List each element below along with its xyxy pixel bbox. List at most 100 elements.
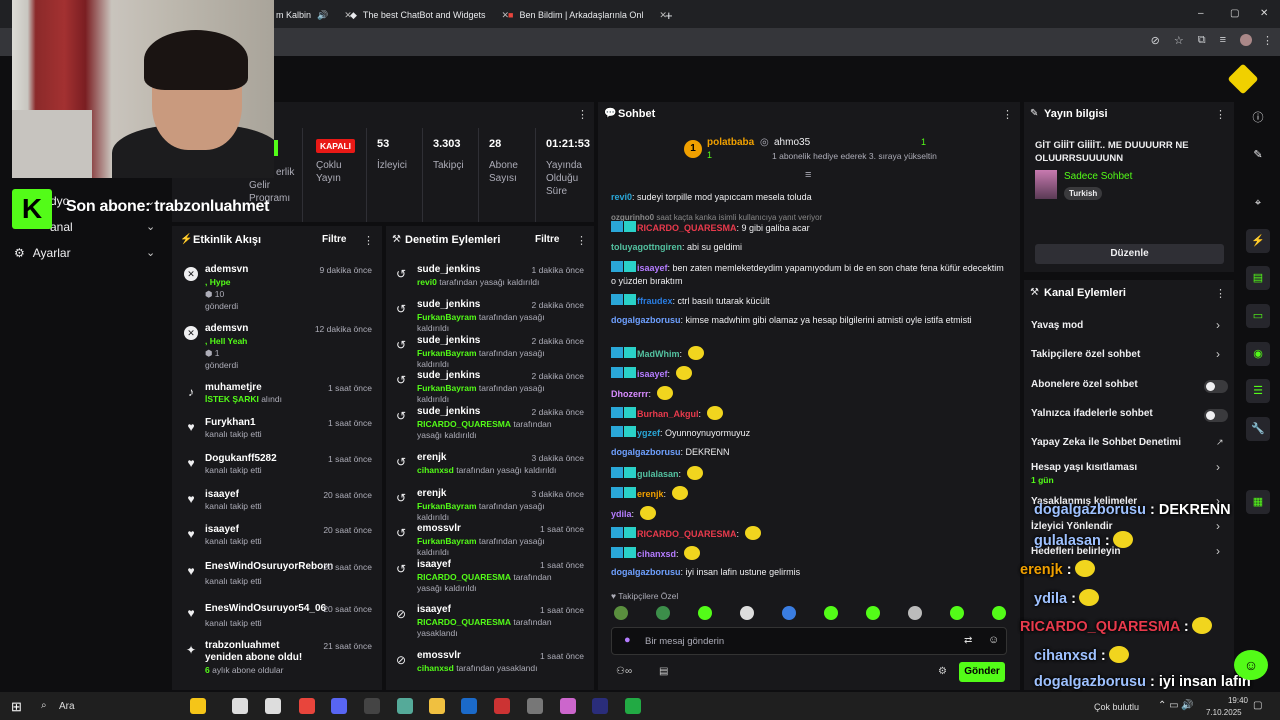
chevron-right-icon[interactable]: ›: [1216, 519, 1220, 533]
emote-icon[interactable]: [992, 606, 1006, 620]
taskbar-app-icon[interactable]: [364, 698, 380, 714]
chat-username[interactable]: isaayef: [637, 369, 668, 379]
taskbar-app-icon[interactable]: [461, 698, 477, 714]
playlist-icon[interactable]: ≡: [1220, 34, 1226, 47]
kebab-menu-icon[interactable]: ⋮: [577, 108, 588, 121]
chat-username[interactable]: gulalasan: [637, 469, 679, 479]
pinned-user-1[interactable]: polatbaba: [707, 137, 754, 148]
info-icon[interactable]: ⓘ: [1246, 106, 1270, 130]
emoji-icon[interactable]: ☺: [988, 634, 999, 646]
browser-tab-2[interactable]: ◆ The best ChatBot and Widgets ✕: [350, 4, 509, 26]
moderation-target[interactable]: sude_jenkins: [417, 406, 480, 417]
moderation-target[interactable]: isaayef: [417, 604, 451, 615]
chevron-down-icon[interactable]: ⌄: [146, 220, 155, 233]
moderation-target[interactable]: erenjk: [417, 488, 446, 499]
pinned-user-2[interactable]: ahmo35: [774, 137, 810, 148]
channel-action-label[interactable]: Takipçilere özel sohbet: [1031, 349, 1140, 360]
chat-username[interactable]: erenjk: [637, 489, 664, 499]
chat-username[interactable]: Dhozerrr: [611, 389, 649, 399]
chat-username[interactable]: dogalgazborusu: [611, 567, 681, 577]
kebab-menu-icon[interactable]: ⋮: [363, 234, 374, 247]
browser-tab-3[interactable]: ■ Ben Bildim | Arkadaşlarınla Onl ✕: [508, 4, 667, 26]
wrench-icon[interactable]: 🔧: [1246, 417, 1270, 441]
toggle-switch[interactable]: [1204, 409, 1228, 422]
microphone-icon[interactable]: ●: [624, 634, 631, 646]
chat-username[interactable]: ygzef: [637, 428, 660, 438]
windows-start-icon[interactable]: ⊞: [11, 699, 22, 715]
collapse-icon[interactable]: ≡: [805, 169, 811, 181]
chevron-right-icon[interactable]: ›: [1216, 347, 1220, 361]
taskbar-app-icon[interactable]: [560, 698, 576, 714]
taskbar-app-icon[interactable]: [397, 698, 413, 714]
send-button[interactable]: Gönder: [959, 662, 1005, 682]
edit-button[interactable]: Düzenle: [1035, 244, 1224, 264]
chat-username[interactable]: dogalgazborusu: [611, 447, 681, 457]
extension-icon[interactable]: ⧉: [1198, 34, 1206, 47]
chevron-right-icon[interactable]: ›: [1216, 318, 1220, 332]
scan-icon[interactable]: ⌖: [1246, 191, 1270, 215]
emote-icon[interactable]: [782, 606, 796, 620]
sidebar-item-channel[interactable]: anal: [50, 220, 73, 234]
star-icon[interactable]: ☆: [1174, 34, 1184, 47]
search-icon[interactable]: ⌕: [41, 700, 47, 711]
category-name[interactable]: Sadece Sohbet: [1064, 171, 1132, 182]
emote-icon[interactable]: [614, 606, 628, 620]
taskbar-app-icon[interactable]: [527, 698, 543, 714]
close-window-button[interactable]: ✕: [1260, 8, 1268, 19]
channel-action-label[interactable]: Yalnızca ifadelerle sohbet: [1031, 408, 1153, 419]
support-chat-icon[interactable]: ☺: [1234, 650, 1268, 680]
emote-icon[interactable]: [698, 606, 712, 620]
moderation-target[interactable]: sude_jenkins: [417, 335, 480, 346]
chat-settings-icon[interactable]: ⚙: [938, 666, 947, 677]
chat-username[interactable]: isaayef: [637, 263, 668, 273]
chat-username[interactable]: MadWhim: [637, 349, 680, 359]
channel-action-label[interactable]: Yapay Zeka ile Sohbet Denetimi: [1031, 437, 1181, 448]
channel-action-label[interactable]: Hesap yaşı kısıtlaması: [1031, 462, 1137, 473]
filter-button[interactable]: Filtre: [535, 234, 559, 245]
minimize-button[interactable]: –: [1198, 8, 1204, 19]
chat-username[interactable]: RICARDO_QUARESMA: [637, 529, 737, 539]
emote-icon[interactable]: [950, 606, 964, 620]
chat-username[interactable]: revi0: [611, 192, 632, 202]
channel-action-label[interactable]: Abonelere özel sohbet: [1031, 379, 1138, 390]
moderation-target[interactable]: erenjk: [417, 452, 446, 463]
chat-input-placeholder[interactable]: Bir mesaj gönderin: [645, 636, 724, 647]
chat-username[interactable]: cihanxsd: [637, 549, 676, 559]
taskbar-app-icon[interactable]: [592, 698, 608, 714]
chat-username[interactable]: toluyagottngiren: [611, 242, 682, 252]
taskbar-app-icon[interactable]: [265, 698, 281, 714]
maximize-button[interactable]: ▢: [1230, 8, 1239, 19]
chevron-down-icon[interactable]: ⌄: [146, 246, 155, 259]
emote-icon[interactable]: [740, 606, 754, 620]
emote-icon[interactable]: [656, 606, 670, 620]
filter-button[interactable]: Filtre: [322, 234, 346, 245]
moderation-target[interactable]: isaayef: [417, 559, 451, 570]
taskbar-app-icon[interactable]: [299, 698, 315, 714]
chevron-right-icon[interactable]: ›: [1216, 544, 1220, 558]
sidebar-item-settings[interactable]: ⚙ Ayarlar: [14, 246, 71, 260]
taskbar-app-icon[interactable]: [429, 698, 445, 714]
kebab-menu-icon[interactable]: ⋮: [1215, 287, 1226, 300]
notification-icon[interactable]: ▢: [1253, 700, 1262, 711]
chat-username[interactable]: ffraudex: [637, 296, 673, 306]
taskbar-app-icon[interactable]: [494, 698, 510, 714]
channel-action-label[interactable]: Yavaş mod: [1031, 320, 1083, 331]
clapper-icon[interactable]: ▦: [1246, 490, 1270, 514]
taskbar-search[interactable]: Ara: [59, 701, 75, 712]
taskbar-app-icon[interactable]: [331, 698, 347, 714]
kebab-menu-icon[interactable]: ⋮: [1215, 108, 1226, 121]
moderation-target[interactable]: sude_jenkins: [417, 299, 480, 310]
activity-user[interactable]: trabzonluahmet yeniden abone oldu!: [205, 640, 315, 664]
moderation-target[interactable]: emossvlr: [417, 650, 461, 661]
kebab-menu-icon[interactable]: ⋮: [1262, 34, 1273, 47]
profile-avatar[interactable]: [1240, 34, 1252, 46]
browser-tab-1[interactable]: m Kalbin 🔊 ✕: [276, 4, 352, 26]
chat-username[interactable]: Burhan_Akgul: [637, 409, 699, 419]
pencil-icon[interactable]: ✎: [1246, 143, 1270, 167]
chat-icon[interactable]: ▭: [1246, 304, 1270, 328]
moderation-target[interactable]: emossvlr: [417, 523, 461, 534]
kebab-menu-icon[interactable]: ⋮: [576, 234, 587, 247]
emote-icon[interactable]: [824, 606, 838, 620]
broadcast-icon[interactable]: ◉: [1246, 342, 1270, 366]
taskbar-app-icon[interactable]: [190, 698, 206, 714]
